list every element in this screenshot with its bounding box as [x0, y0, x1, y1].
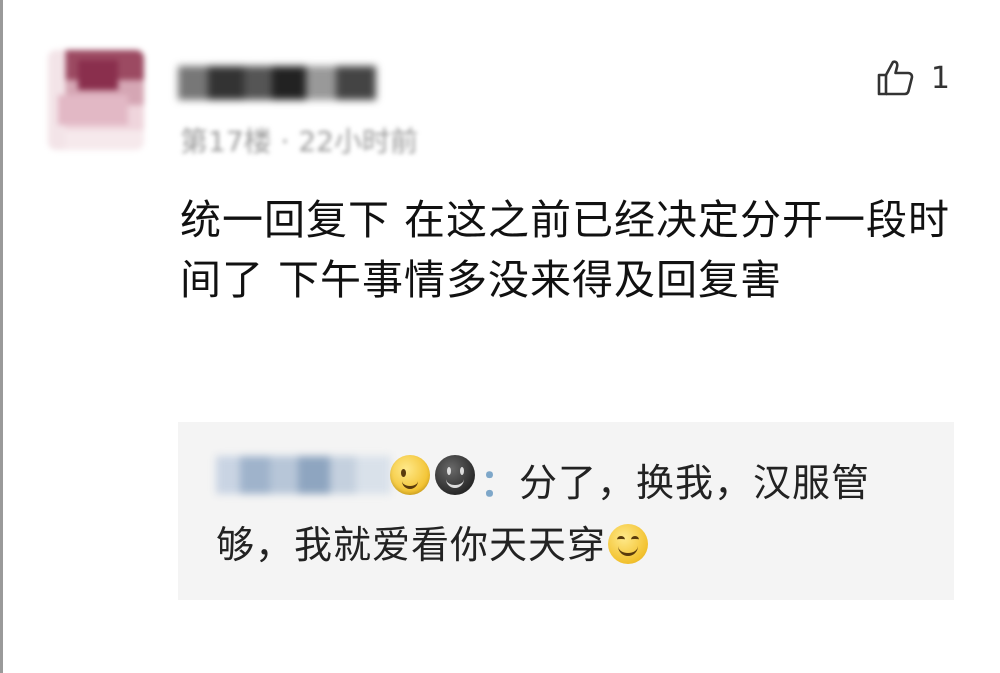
- reply-text: 分了，换我，汉服管够，我就爱看你天天穿: [216, 461, 871, 567]
- reply-colon: ：: [480, 461, 520, 505]
- page-edge: [0, 0, 3, 673]
- reply-body: ：分了，换我，汉服管够，我就爱看你天天穿: [216, 452, 936, 576]
- like-button[interactable]: 1: [875, 58, 950, 98]
- like-count: 1: [930, 60, 950, 96]
- author-name-blurred[interactable]: [178, 62, 378, 104]
- avatar[interactable]: [48, 50, 144, 150]
- smile-emoji-icon: [608, 524, 649, 564]
- comment-text: 统一回复下 在这之前已经决定分开一段时间了 下午事情多没来得及回复害: [180, 196, 951, 304]
- comment-meta: 第17楼 · 22小时前: [180, 125, 418, 158]
- thumbs-up-icon[interactable]: [875, 58, 915, 98]
